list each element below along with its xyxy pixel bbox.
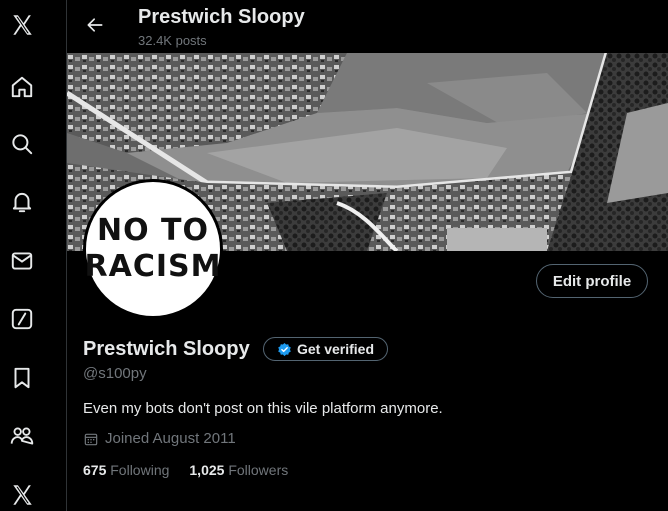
username-handle: @s100py xyxy=(83,365,147,382)
follow-stats: 675 Following 1,025 Followers xyxy=(83,462,288,478)
following-count: 675 xyxy=(83,462,107,478)
avatar-image: NO TO RACISM xyxy=(84,182,222,316)
following-label: Following xyxy=(110,462,170,478)
nav-messages[interactable] xyxy=(0,239,44,283)
join-date: Joined August 2011 xyxy=(83,430,236,447)
profile-bio: Even my bots don't post on this vile pla… xyxy=(83,400,443,417)
calendar-icon xyxy=(84,433,98,445)
nav-explore[interactable] xyxy=(0,122,44,166)
nav-notifications[interactable] xyxy=(0,180,44,224)
communities-icon xyxy=(10,427,34,445)
header-title: Prestwich Sloopy xyxy=(138,6,305,28)
avatar-text-line1: NO TO xyxy=(96,213,210,248)
grok-icon xyxy=(11,308,33,330)
back-arrow-icon xyxy=(87,18,103,32)
display-name: Prestwich Sloopy xyxy=(83,338,250,360)
verified-badge-icon xyxy=(278,342,291,356)
followers-count: 1,025 xyxy=(189,462,225,478)
nav-home[interactable] xyxy=(0,65,44,109)
profile-header: Prestwich Sloopy 32.4K posts xyxy=(67,0,668,53)
get-verified-button[interactable]: Get verified xyxy=(263,337,388,361)
followers-label: Followers xyxy=(228,462,289,478)
profile-avatar[interactable]: NO TO RACISM xyxy=(83,179,223,319)
followers-link[interactable]: 1,025 Followers xyxy=(189,462,288,478)
search-icon xyxy=(12,134,33,155)
back-button[interactable] xyxy=(81,11,109,39)
following-link[interactable]: 675 Following xyxy=(83,462,169,478)
nav-premium[interactable] xyxy=(0,473,44,511)
nav-grok[interactable] xyxy=(0,297,44,341)
profile-page: Prestwich Sloopy 32.4K posts NO TO RACIS… xyxy=(0,0,668,511)
nav-bookmarks[interactable] xyxy=(0,356,44,400)
posts-count: 32.4K posts xyxy=(138,33,207,48)
x-logo-icon xyxy=(13,15,32,35)
edit-profile-button[interactable]: Edit profile xyxy=(536,264,648,298)
nav-x-logo[interactable] xyxy=(0,3,44,47)
home-icon xyxy=(11,76,33,98)
avatar-text-line2: RACISM xyxy=(84,249,222,284)
premium-x-icon xyxy=(13,485,32,505)
side-nav xyxy=(0,0,67,511)
get-verified-label: Get verified xyxy=(296,341,375,357)
nav-communities[interactable] xyxy=(0,414,44,458)
bookmarks-icon xyxy=(14,367,30,389)
notifications-icon xyxy=(12,192,32,213)
join-date-label: Joined August 2011 xyxy=(105,430,236,447)
messages-icon xyxy=(11,252,33,270)
